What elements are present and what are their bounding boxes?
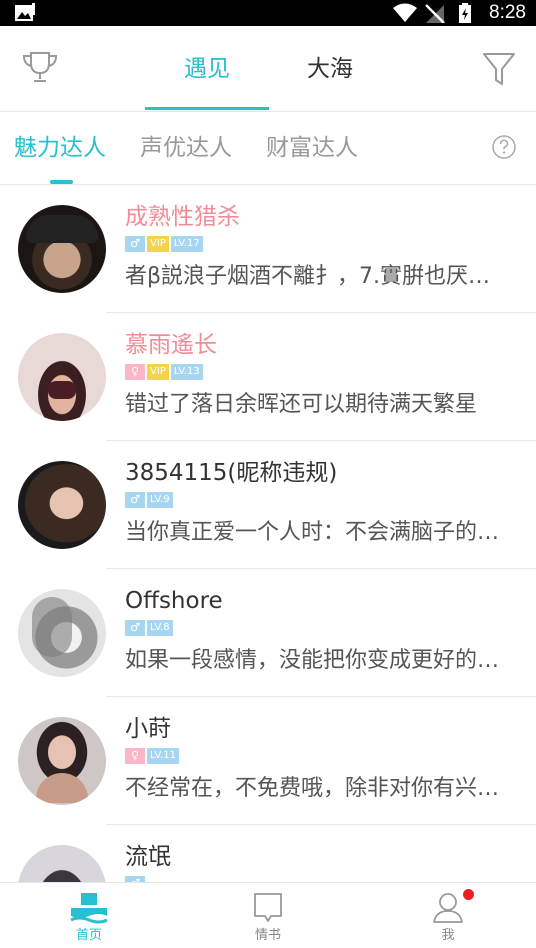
user-name: Offshore bbox=[125, 588, 223, 614]
nav-me-label: 我 bbox=[441, 928, 455, 943]
help-icon[interactable] bbox=[492, 135, 516, 159]
home-icon bbox=[70, 893, 108, 924]
trophy-icon[interactable] bbox=[20, 48, 60, 88]
level-badge: LV.13 bbox=[170, 364, 203, 380]
ranking-tabs: 魅力达人 声优达人 财富达人 bbox=[0, 111, 536, 185]
nav-home[interactable]: 首页 bbox=[49, 883, 129, 948]
avatar[interactable] bbox=[18, 589, 106, 677]
user-badges: ♀ LV.11 bbox=[125, 748, 179, 764]
list-item[interactable]: 小莳 ♀ LV.11 不经常在，不免费哦，除非对你有兴… bbox=[0, 697, 536, 825]
gender-male-badge: ♂ bbox=[125, 236, 145, 252]
subtab-charm[interactable]: 魅力达人 bbox=[14, 111, 106, 184]
nav-letters-label: 情书 bbox=[254, 928, 281, 943]
gender-female-badge: ♀ bbox=[125, 748, 145, 764]
tab-encounter[interactable]: 遇见 bbox=[145, 26, 269, 111]
profile-icon bbox=[433, 893, 463, 923]
letter-icon bbox=[254, 893, 282, 922]
user-list[interactable]: 成熟性猎杀 ♂ VIP LV.17 者β説浪子烟酒不離扌，7.實腁也厌… 慕雨遙… bbox=[0, 185, 536, 882]
user-badges: ♂ VIP LV.17 bbox=[125, 236, 203, 252]
level-badge: LV.17 bbox=[170, 236, 203, 252]
user-signature: 错过了落日余晖还可以期待满天繁星 bbox=[125, 392, 478, 417]
gender-male-badge: ♂ bbox=[125, 492, 145, 508]
avatar[interactable] bbox=[18, 717, 106, 805]
avatar[interactable] bbox=[18, 845, 106, 882]
signal-icon bbox=[425, 4, 445, 23]
status-time: 8:28 bbox=[489, 2, 526, 23]
subtab-wealth[interactable]: 财富达人 bbox=[266, 111, 358, 184]
avatar[interactable] bbox=[18, 461, 106, 549]
bottom-nav: 首页 情书 我 bbox=[0, 882, 536, 948]
user-name: 慕雨遙长 bbox=[125, 332, 217, 358]
nav-letters[interactable]: 情书 bbox=[228, 883, 308, 948]
notification-dot bbox=[463, 889, 474, 900]
subtab-indicator bbox=[50, 180, 73, 184]
list-item[interactable]: 3854115(昵称违规) ♂ LV.9 当你真正爱一个人时：不会满脑子的… bbox=[0, 441, 536, 569]
user-signature: 当你真正爱一个人时：不会满脑子的… bbox=[125, 520, 500, 545]
user-badges: ♀ VIP LV.13 bbox=[125, 364, 203, 380]
list-item[interactable]: Offshore ♂ LV.8 如果一段感情，没能把你变成更好的… bbox=[0, 569, 536, 697]
tab-ocean[interactable]: 大海 bbox=[278, 26, 382, 111]
vip-badge: VIP bbox=[147, 236, 169, 252]
subtab-voice[interactable]: 声优达人 bbox=[140, 111, 232, 184]
level-badge: LV.11 bbox=[147, 748, 179, 764]
user-name: 流氓 bbox=[125, 844, 171, 870]
user-signature: 不经常在，不免费哦，除非对你有兴… bbox=[125, 776, 500, 801]
status-bar: 8:28 bbox=[0, 0, 536, 26]
user-name: 成熟性猎杀 bbox=[125, 204, 240, 230]
vip-badge: VIP bbox=[147, 364, 169, 380]
level-badge: LV.9 bbox=[147, 492, 173, 508]
nav-me[interactable]: 我 bbox=[408, 883, 488, 948]
user-badges: ♂ LV.9 bbox=[125, 492, 173, 508]
avatar[interactable] bbox=[18, 333, 106, 421]
user-signature: 如果一段感情，没能把你变成更好的… bbox=[125, 648, 500, 673]
list-item[interactable]: 流氓 ♂ bbox=[0, 825, 536, 882]
user-badges: ♂ LV.8 bbox=[125, 620, 173, 636]
list-item[interactable]: 成熟性猎杀 ♂ VIP LV.17 者β説浪子烟酒不離扌，7.實腁也厌… bbox=[0, 185, 536, 313]
battery-icon bbox=[459, 3, 471, 23]
tab-indicator bbox=[145, 107, 269, 110]
filter-icon[interactable] bbox=[479, 48, 519, 88]
user-name: 3854115(昵称违规) bbox=[125, 460, 338, 486]
list-item[interactable]: 慕雨遙长 ♀ VIP LV.13 错过了落日余晖还可以期待满天繁星 bbox=[0, 313, 536, 441]
top-nav: 遇见 大海 bbox=[0, 26, 536, 112]
avatar[interactable] bbox=[18, 205, 106, 293]
gender-male-badge: ♂ bbox=[125, 620, 145, 636]
wifi-icon bbox=[393, 3, 417, 22]
user-signature: 者β説浪子烟酒不離扌，7.實腁也厌… bbox=[125, 264, 491, 289]
gender-female-badge: ♀ bbox=[125, 364, 145, 380]
nav-home-label: 首页 bbox=[75, 928, 102, 943]
user-name: 小莳 bbox=[125, 716, 171, 742]
notification-image-icon bbox=[15, 3, 35, 21]
level-badge: LV.8 bbox=[147, 620, 173, 636]
